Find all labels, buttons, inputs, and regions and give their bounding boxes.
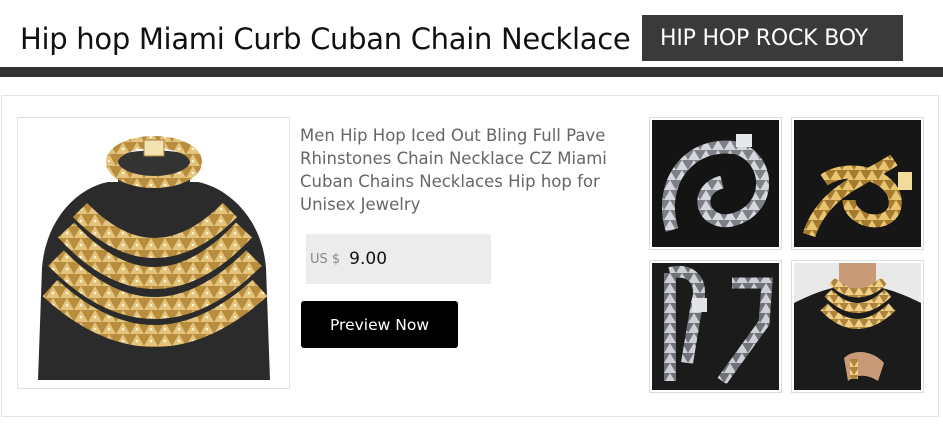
preview-now-button[interactable]: Preview Now [301, 301, 458, 348]
page-title: Hip hop Miami Curb Cuban Chain Necklace [20, 22, 631, 56]
gold-chain-image [794, 120, 921, 247]
price-currency: US $ [310, 251, 341, 267]
thumbnail-4[interactable] [791, 260, 924, 393]
brand-label: HIP HOP ROCK BOY [660, 25, 868, 51]
price-box: US $ 9.00 [306, 234, 491, 284]
product-title[interactable]: Men Hip Hop Iced Out Bling Full Pave Rhi… [300, 124, 620, 216]
thumbnail-1[interactable] [649, 117, 782, 250]
silver-chain-bracelet-image [652, 263, 779, 390]
brand-badge[interactable]: HIP HOP ROCK BOY [642, 15, 903, 61]
model-wearing-chains-image [794, 263, 921, 390]
header-divider [0, 67, 943, 77]
thumbnail-2[interactable] [791, 117, 924, 250]
price-value: 9.00 [349, 249, 388, 269]
gold-chains-on-bust-image [38, 136, 270, 380]
silver-chain-image [652, 120, 779, 247]
thumbnail-3[interactable] [649, 260, 782, 393]
product-main-image[interactable] [17, 117, 290, 389]
